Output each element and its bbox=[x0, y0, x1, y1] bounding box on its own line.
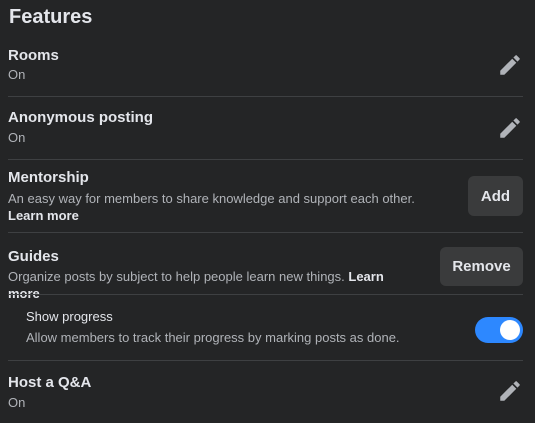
feature-host-qa: Host a Q&A On bbox=[8, 373, 523, 411]
show-progress-toggle[interactable] bbox=[475, 317, 523, 343]
divider bbox=[8, 96, 523, 97]
feature-title: Anonymous posting bbox=[8, 109, 153, 126]
edit-rooms-button[interactable] bbox=[497, 52, 523, 78]
feature-description: An easy way for members to share knowled… bbox=[8, 191, 415, 206]
divider bbox=[8, 360, 523, 361]
divider bbox=[8, 294, 523, 295]
feature-title: Host a Q&A bbox=[8, 374, 92, 391]
edit-host-qa-button[interactable] bbox=[497, 378, 523, 404]
feature-show-progress: Show progress Allow members to track the… bbox=[26, 308, 455, 346]
feature-description-line: Organize posts by subject to help people… bbox=[8, 268, 415, 302]
feature-title: Guides bbox=[8, 248, 59, 265]
pencil-icon bbox=[500, 381, 520, 401]
learn-more-link[interactable]: Learn more bbox=[8, 207, 455, 224]
feature-title: Rooms bbox=[8, 47, 59, 64]
features-panel: Features Rooms On Anonymous posting On M… bbox=[0, 0, 535, 423]
remove-guides-button[interactable]: Remove bbox=[440, 247, 523, 286]
section-heading: Features bbox=[9, 6, 93, 28]
setting-title: Show progress bbox=[26, 309, 113, 324]
edit-anonymous-posting-button[interactable] bbox=[497, 115, 523, 141]
toggle-knob bbox=[500, 320, 520, 340]
pencil-icon bbox=[500, 118, 520, 138]
feature-status: On bbox=[8, 130, 26, 145]
pencil-icon bbox=[500, 55, 520, 75]
feature-mentorship: Mentorship An easy way for members to sh… bbox=[8, 168, 455, 224]
divider bbox=[8, 159, 523, 160]
feature-description: Organize posts by subject to help people… bbox=[8, 269, 345, 284]
setting-description: Allow members to track their progress by… bbox=[26, 330, 400, 345]
feature-status: On bbox=[8, 67, 26, 82]
divider bbox=[8, 232, 523, 233]
feature-title: Mentorship bbox=[8, 169, 89, 186]
add-mentorship-button[interactable]: Add bbox=[468, 176, 523, 216]
feature-anonymous-posting: Anonymous posting On bbox=[8, 108, 523, 146]
feature-status: On bbox=[8, 395, 26, 410]
feature-rooms: Rooms On bbox=[8, 46, 523, 83]
